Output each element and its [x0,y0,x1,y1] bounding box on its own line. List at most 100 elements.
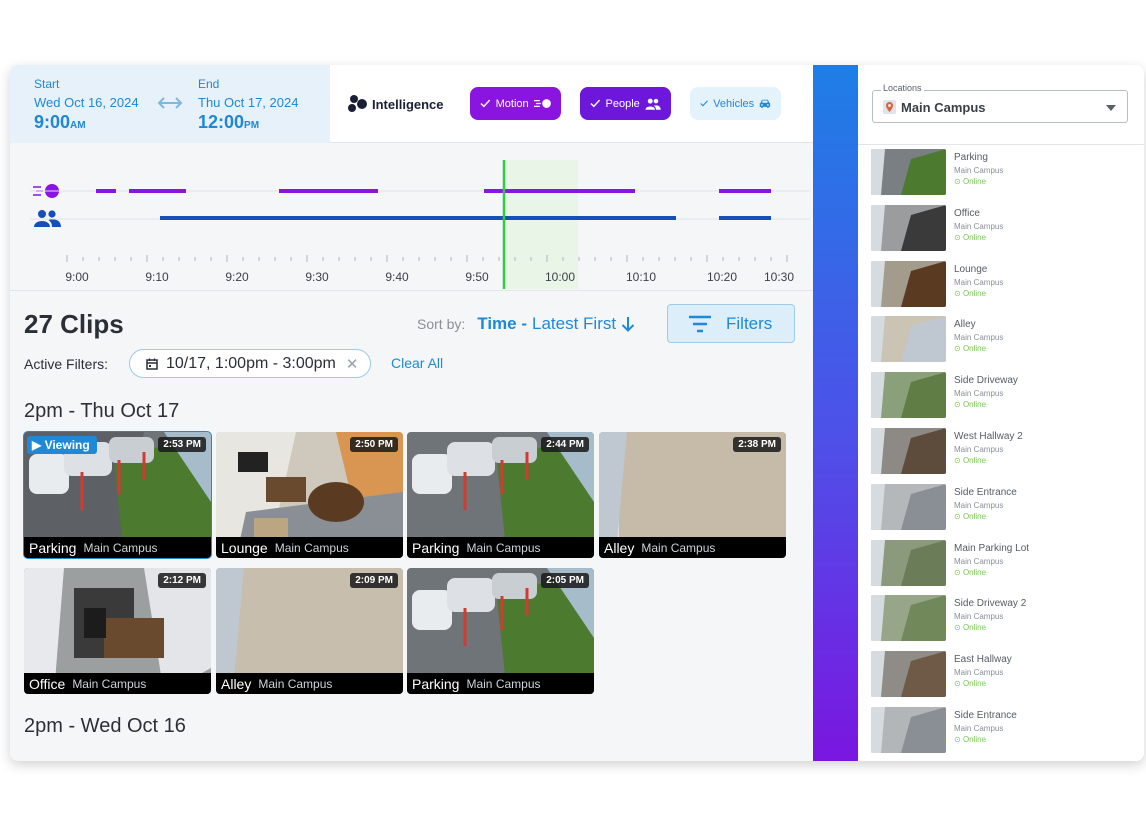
end-day: Thu Oct 17, 2024 [198,95,299,110]
timeline-canvas[interactable]: 9:00 9:10 9:20 9:30 9:40 9:50 10:00 10:1… [10,143,813,291]
camera-site: Main Campus [954,166,1004,175]
chevron-down-icon [1106,105,1116,111]
camera-list-item[interactable]: West Hallway 2 Main Campus ⊙ Online [871,428,1133,476]
check-icon [480,99,491,108]
map-pin-icon [883,100,896,114]
clip-card[interactable]: ▶ Viewing 2:53 PM Parking Main Campus [23,431,212,559]
clip-card[interactable]: 2:44 PM Parking Main Campus [407,432,594,558]
active-filter-text: 10/17, 1:00pm - 3:00pm [166,354,336,372]
camera-name: Side Entrance [954,486,1017,498]
clip-caption: Parking Main Campus [24,537,211,558]
camera-status: ⊙ Online [954,679,987,689]
camera-thumbnail [871,260,946,307]
camera-name: Side Entrance [954,710,1017,721]
sort-order: Latest First [532,314,617,333]
online-dot-icon: ⊙ [954,623,961,633]
header-bar: Start Wed Oct 16, 2024 9:00AM End Thu Oc… [10,65,813,143]
camera-thumbnail [871,595,946,642]
filter-lines-icon [689,315,711,332]
camera-list-item[interactable]: Lounge Main Campus ⊙ Online [871,260,1133,309]
clip-timestamp: 2:44 PM [541,437,589,452]
camera-status: ⊙ Online [954,511,987,521]
people-filter-chip[interactable]: People [580,87,671,120]
clip-card[interactable]: 2:50 PM Lounge Main Campus [216,432,403,558]
camera-status: ⊙ Online [954,400,987,410]
camera-site: Main Campus [954,445,1004,454]
motion-filter-chip[interactable]: Motion [470,87,561,120]
clip-camera-name: Parking [412,675,460,692]
camera-status: ⊙ Online [954,735,987,744]
camera-site: Main Campus [954,389,1004,399]
clear-all-link[interactable]: Clear All [391,355,443,371]
filters-button[interactable]: Filters [667,304,795,343]
camera-list-item[interactable]: Side Driveway Main Campus ⊙ Online [871,372,1133,420]
activity-timeline[interactable]: 9:00 9:10 9:20 9:30 9:40 9:50 10:00 10:1… [10,143,813,291]
clip-timestamp: 2:05 PM [541,573,589,588]
motion-chip-label: Motion [495,97,529,110]
clip-site-name: Main Campus [274,540,349,555]
intelligence-logo-icon [348,95,367,112]
vehicles-filter-chip[interactable]: Vehicles [690,87,781,120]
location-select[interactable]: Locations Main Campus [872,83,1128,123]
online-dot-icon: ⊙ [954,400,961,410]
camera-list-item[interactable]: Main Parking Lot Main Campus ⊙ Online [871,539,1133,588]
tick-label: 9:40 [385,270,409,284]
clip-card[interactable]: 2:09 PM Alley Main Campus [216,568,403,694]
camera-name: Main Parking Lot [954,542,1030,554]
camera-list-item[interactable]: Side Driveway 2 Main Campus ⊙ Online [871,595,1133,643]
camera-thumbnail [871,204,946,251]
clip-camera-name: Alley [604,539,635,556]
tick-label: 10:20 [707,270,737,284]
camera-name: West Hallway 2 [954,431,1023,442]
online-dot-icon: ⊙ [954,177,961,186]
camera-thumbnail [871,316,946,363]
tick-label: 10:30 [764,270,794,284]
camera-name: Alley [954,319,976,331]
camera-name: Lounge [954,263,988,275]
camera-site: Main Campus [954,221,1004,231]
camera-site: Main Campus [954,668,1004,678]
camera-list-item[interactable]: Parking Main Campus ⊙ Online [871,149,1133,197]
clip-site-name: Main Campus [466,540,541,555]
camera-list-item[interactable]: Office Main Campus ⊙ Online [871,204,1133,253]
camera-list-item[interactable]: Side Entrance Main Campus ⊙ Online [871,707,1133,755]
online-dot-icon: ⊙ [954,232,961,242]
online-dot-icon: ⊙ [954,735,961,744]
sidebar-gradient-strip [813,65,858,761]
online-dot-icon: ⊙ [954,288,961,298]
camera-thumbnail [871,428,946,474]
divider [858,144,1144,145]
motion-icon [533,99,551,108]
camera-status: ⊙ Online [954,288,987,298]
sort-value[interactable]: Time - Latest First [477,314,635,334]
clip-card[interactable]: 2:12 PM Office Main Campus [24,568,211,694]
active-filters-label: Active Filters: [24,356,109,372]
clip-caption: Alley Main Campus [216,673,403,694]
camera-status: ⊙ Online [954,232,987,242]
camera-thumbnail [871,149,946,195]
camera-thumbnail [871,707,946,753]
camera-list-item[interactable]: East Hallway Main Campus ⊙ Online [871,651,1133,699]
sort-prefix: Sort by: [417,316,466,332]
clip-card[interactable]: 2:38 PM Alley Main Campus [599,432,786,558]
camera-list-item[interactable]: Alley Main Campus ⊙ Online [871,316,1133,364]
date-range[interactable]: Start Wed Oct 16, 2024 9:00AM End Thu Oc… [10,65,330,143]
camera-list-item[interactable]: Side Entrance Main Campus ⊙ Online [871,483,1133,532]
active-filter-chip[interactable]: 10/17, 1:00pm - 3:00pm ✕ [129,349,371,378]
camera-thumbnail [871,372,946,419]
camera-site: Main Campus [954,333,1004,343]
sort-control[interactable]: Sort by: Time - Latest First [417,314,635,334]
remove-filter-icon[interactable]: ✕ [346,355,359,373]
end-date[interactable]: End Thu Oct 17, 2024 12:00PM [198,77,298,133]
check-icon [590,99,601,108]
clip-site-name: Main Campus [83,540,158,555]
tick-label: 9:50 [465,270,489,284]
camera-status: ⊙ Online [954,456,987,465]
camera-status: ⊙ Online [954,177,987,186]
camera-status: ⊙ Online [954,623,987,633]
clip-card[interactable]: 2:05 PM Parking Main Campus [407,568,594,694]
location-legend: Locations [881,83,924,93]
tick-label: 9:00 [65,270,89,284]
start-date[interactable]: Start Wed Oct 16, 2024 9:00AM [34,77,139,133]
clip-timestamp: 2:53 PM [158,437,206,452]
